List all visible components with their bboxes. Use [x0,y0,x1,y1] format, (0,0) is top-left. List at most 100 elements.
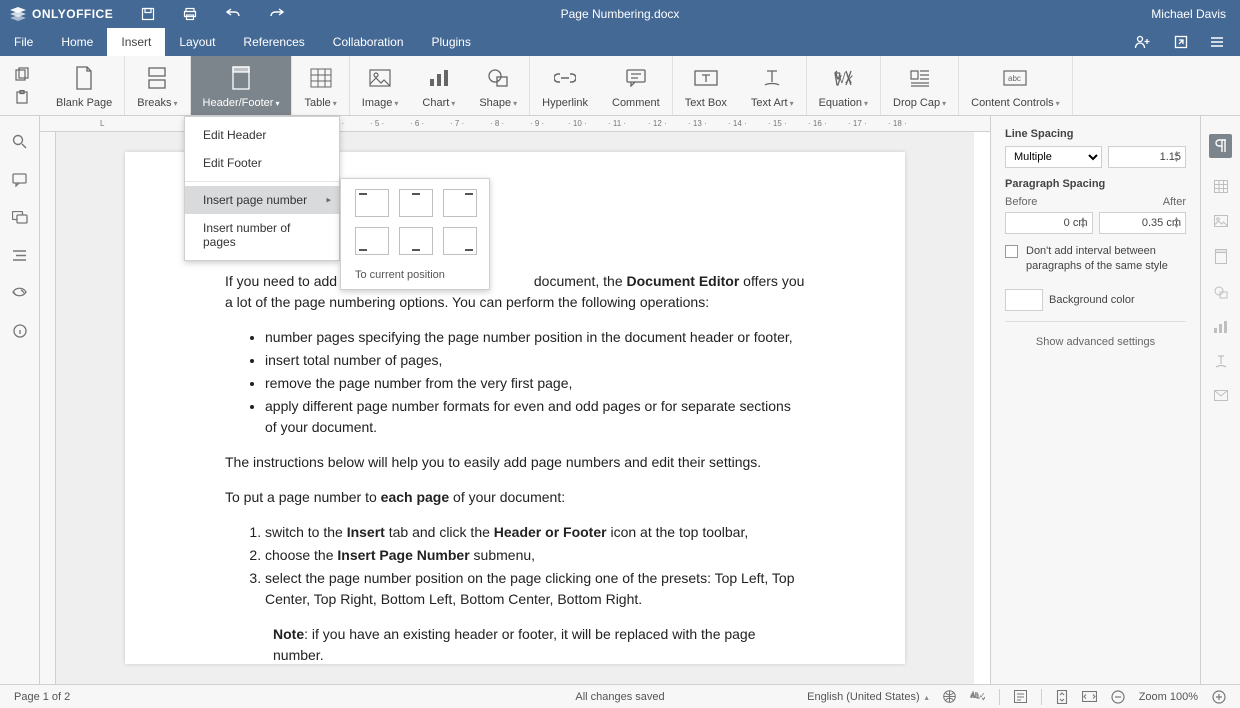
hamburger-icon[interactable] [1210,36,1224,48]
ribbon-equation[interactable]: √x Equation▾ [807,56,881,115]
left-sidebar [0,116,40,684]
doc-text: each page [381,489,449,505]
ribbon-drop-cap[interactable]: Drop Cap▾ [881,56,959,115]
mail-merge-icon[interactable] [1214,390,1228,401]
paste-icon[interactable] [15,90,29,104]
vertical-ruler[interactable] [40,132,56,684]
background-color-label: Background color [1049,294,1135,306]
app-logo: ONLYOFFICE [0,7,113,21]
ribbon-hyperlink[interactable]: Hyperlink [530,56,600,115]
open-location-icon[interactable] [1174,35,1188,49]
comments-icon[interactable] [12,173,27,187]
print-icon[interactable] [183,7,197,21]
about-icon[interactable] [13,324,27,338]
paragraph-spacing-label: Paragraph Spacing [1005,178,1186,190]
ribbon-content-controls[interactable]: abc Content Controls▾ [959,56,1073,115]
ribbon-chart[interactable]: Chart▾ [410,56,467,115]
copy-icon[interactable] [15,67,30,81]
ribbon-header-footer[interactable]: Header/Footer▾ [191,56,293,115]
undo-icon[interactable] [225,7,241,21]
line-spacing-mode[interactable]: Multiple [1005,146,1102,168]
document-title: Page Numbering.docx [561,7,680,21]
shape-settings-icon[interactable] [1214,286,1228,299]
background-color-swatch[interactable] [1005,289,1043,311]
tab-file[interactable]: File [0,28,47,56]
ribbon-blank-page[interactable]: Blank Page [44,56,125,115]
preset-bottom-right[interactable] [443,227,477,255]
tab-insert[interactable]: Insert [107,28,165,56]
menu-bar: File Home Insert Layout References Colla… [0,28,1240,56]
chart-settings-icon[interactable] [1214,321,1227,333]
horizontal-ruler[interactable]: L · 1 · · 2 · · 3 · · 4 · · 5 · · 6 · · … [40,116,990,132]
spellcheck-icon[interactable]: ab✓ [970,690,985,703]
tab-home[interactable]: Home [47,28,107,56]
document-area: L · 1 · · 2 · · 3 · · 4 · · 5 · · 6 · · … [40,116,990,684]
header-footer-menu: Edit Header Edit Footer Insert page numb… [184,116,340,261]
advanced-settings-link[interactable]: Show advanced settings [1005,336,1186,348]
preset-top-center[interactable] [399,189,433,217]
list-item: insert total number of pages, [265,350,805,371]
user-name[interactable]: Michael Davis [1151,7,1240,21]
zoom-in-icon[interactable] [1212,690,1226,704]
fit-width-icon[interactable] [1082,691,1097,702]
preset-bottom-left[interactable] [355,227,389,255]
preset-top-right[interactable] [443,189,477,217]
tab-collaboration[interactable]: Collaboration [319,28,418,56]
list-item: number pages specifying the page number … [265,327,805,348]
spacing-before-input[interactable]: 0 cm▲▼ [1005,212,1093,234]
after-label: After [1163,196,1186,208]
preset-top-left[interactable] [355,189,389,217]
track-changes-icon[interactable] [1014,690,1027,703]
no-interval-label: Don't add interval between paragraphs of… [1026,244,1186,275]
menu-insert-page-number[interactable]: Insert page number▸ [185,186,339,214]
zoom-out-icon[interactable] [1111,690,1125,704]
ribbon-table[interactable]: Table▾ [292,56,349,115]
line-spacing-value[interactable]: 1.15▲▼ [1108,146,1186,168]
ribbon-text-box[interactable]: Text Box [673,56,739,115]
ribbon-breaks[interactable]: Breaks▾ [125,56,190,115]
fit-page-icon[interactable] [1056,690,1068,704]
ribbon-shape[interactable]: Shape▾ [467,56,530,115]
page-count[interactable]: Page 1 of 2 [14,691,70,703]
doc-text: The instructions below will help you to … [225,452,805,473]
svg-text:abc: abc [1008,74,1021,83]
language-selector[interactable]: English (United States) ▴ [807,691,929,703]
tab-references[interactable]: References [229,28,318,56]
no-interval-checkbox[interactable] [1005,245,1018,258]
spacing-after-input[interactable]: 0.35 cm▲▼ [1099,212,1187,234]
status-bar: Page 1 of 2 All changes saved English (U… [0,684,1240,708]
tab-plugins[interactable]: Plugins [418,28,485,56]
redo-icon[interactable] [269,7,285,21]
tab-layout[interactable]: Layout [165,28,229,56]
menu-insert-number-of-pages[interactable]: Insert number of pages [185,214,339,256]
image-settings-icon[interactable] [1214,215,1228,227]
line-spacing-label: Line Spacing [1005,128,1186,140]
search-icon[interactable] [12,134,27,149]
save-icon[interactable] [141,7,155,21]
feedback-icon[interactable] [12,286,27,300]
add-user-icon[interactable] [1134,35,1152,49]
onlyoffice-icon [10,7,26,21]
menu-edit-footer[interactable]: Edit Footer [185,149,339,177]
before-label: Before [1005,196,1037,208]
ribbon-text-art[interactable]: Text Art▾ [739,56,807,115]
spellcheck-globe-icon[interactable] [943,690,956,703]
preset-bottom-center[interactable] [399,227,433,255]
ribbon-insert: Blank Page Breaks▾ Header/Footer▾ Table▾… [0,56,1240,116]
table-settings-icon[interactable] [1214,180,1228,193]
menu-edit-header[interactable]: Edit Header [185,121,339,149]
app-name: ONLYOFFICE [32,7,113,21]
doc-text: document, the [534,273,627,289]
text-art-settings-icon[interactable] [1214,355,1228,368]
header-footer-settings-icon[interactable] [1215,249,1227,264]
doc-text: of your document: [449,489,565,505]
chat-icon[interactable] [12,211,28,225]
to-current-position[interactable]: To current position [355,269,475,281]
zoom-level[interactable]: Zoom 100% [1139,691,1198,703]
ribbon-comment[interactable]: Comment [600,56,673,115]
paragraph-icon[interactable] [1209,134,1232,158]
title-bar: ONLYOFFICE Page Numbering.docx Michael D… [0,0,1240,28]
navigation-icon[interactable] [12,249,27,262]
ribbon-image[interactable]: Image▾ [350,56,411,115]
paragraph-settings-panel: Line Spacing Multiple 1.15▲▼ Paragraph S… [990,116,1200,684]
